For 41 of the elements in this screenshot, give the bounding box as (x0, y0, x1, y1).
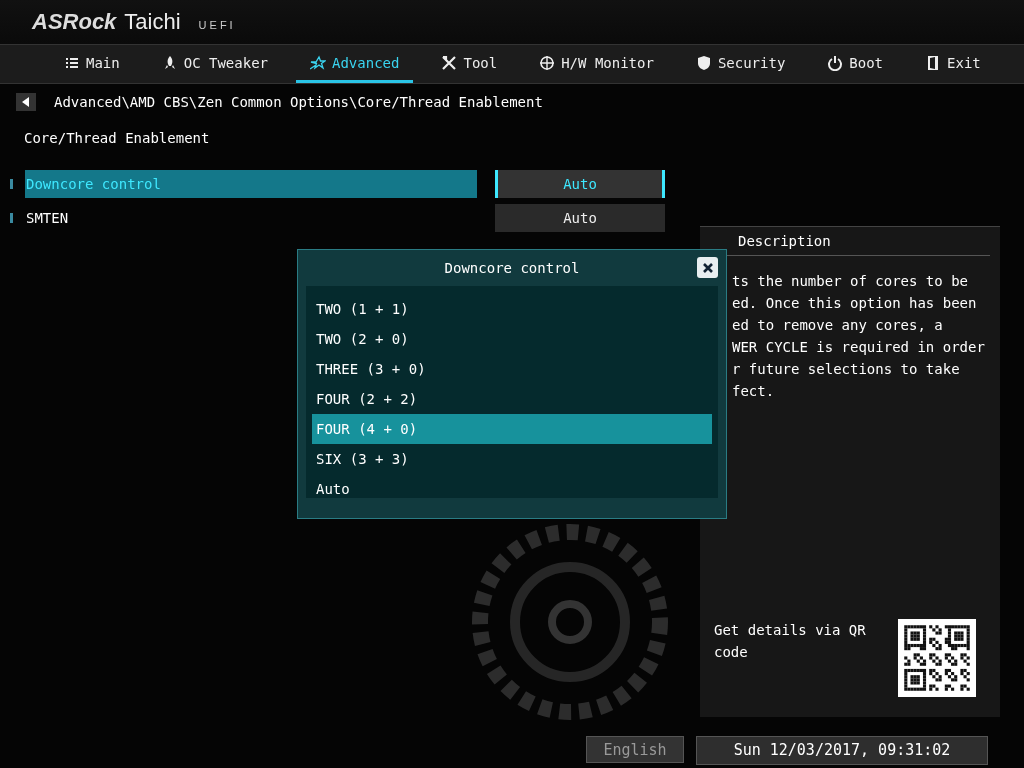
shield-icon (695, 54, 712, 71)
nav-tab[interactable]: H/W Monitor (525, 45, 668, 83)
option-item[interactable]: TWO (1 + 1) (312, 294, 712, 324)
option-item[interactable]: TWO (2 + 0) (312, 324, 712, 354)
popup-title: Downcore control (444, 260, 580, 276)
qr-code-icon (898, 619, 976, 697)
option-item[interactable]: FOUR (4 + 0) (312, 414, 712, 444)
nav-tab[interactable]: OC Tweaker (147, 45, 282, 83)
option-item[interactable]: FOUR (2 + 2) (312, 384, 712, 414)
page-title: Core/Thread Enablement (23, 129, 211, 148)
nav-tab[interactable]: Security (681, 45, 800, 83)
item-marker-icon (10, 179, 13, 189)
setting-label[interactable]: SMTEN (25, 204, 477, 232)
nav-tab[interactable]: Exit (911, 45, 995, 83)
close-button[interactable] (697, 257, 718, 278)
crosshair-icon (539, 54, 556, 71)
back-button[interactable] (16, 93, 36, 111)
option-item[interactable]: THREE (3 + 0) (312, 354, 712, 384)
item-marker-icon (10, 213, 13, 223)
close-icon (701, 261, 714, 274)
uefi-label: UEFI (198, 19, 236, 31)
power-icon (827, 54, 844, 71)
nav-tab[interactable]: Boot (813, 45, 898, 83)
option-item[interactable]: SIX (3 + 3) (312, 444, 712, 474)
option-item[interactable]: Auto (312, 474, 712, 504)
setting-value-button[interactable]: Auto (495, 170, 665, 198)
tools-icon (441, 54, 458, 71)
language-button[interactable]: English (586, 736, 684, 763)
setting-label[interactable]: Downcore control (25, 170, 477, 198)
nav-tab[interactable]: Main (50, 45, 134, 83)
nav-tab[interactable]: Tool (427, 45, 512, 83)
star-icon (310, 54, 326, 71)
date-time-display: Sun 12/03/2017, 09:31:02 (696, 736, 988, 765)
product-name: Taichi (124, 9, 181, 35)
qr-caption: Get details via QR code (714, 621, 867, 662)
description-text: ts the number of cores to be ed. Once this option has been ed to remove any cores, a WER CYCLE is required in order r future selections to take fect. (732, 272, 986, 401)
back-arrow-icon (22, 97, 30, 107)
brand-logo: ASRock (32, 9, 117, 35)
nav-tab[interactable]: Advanced (296, 45, 414, 83)
breadcrumb-path: Advanced\AMD CBS\Zen Common Options\Core/Thread Enablement (54, 94, 543, 110)
setting-value-button[interactable]: Auto (495, 204, 665, 232)
